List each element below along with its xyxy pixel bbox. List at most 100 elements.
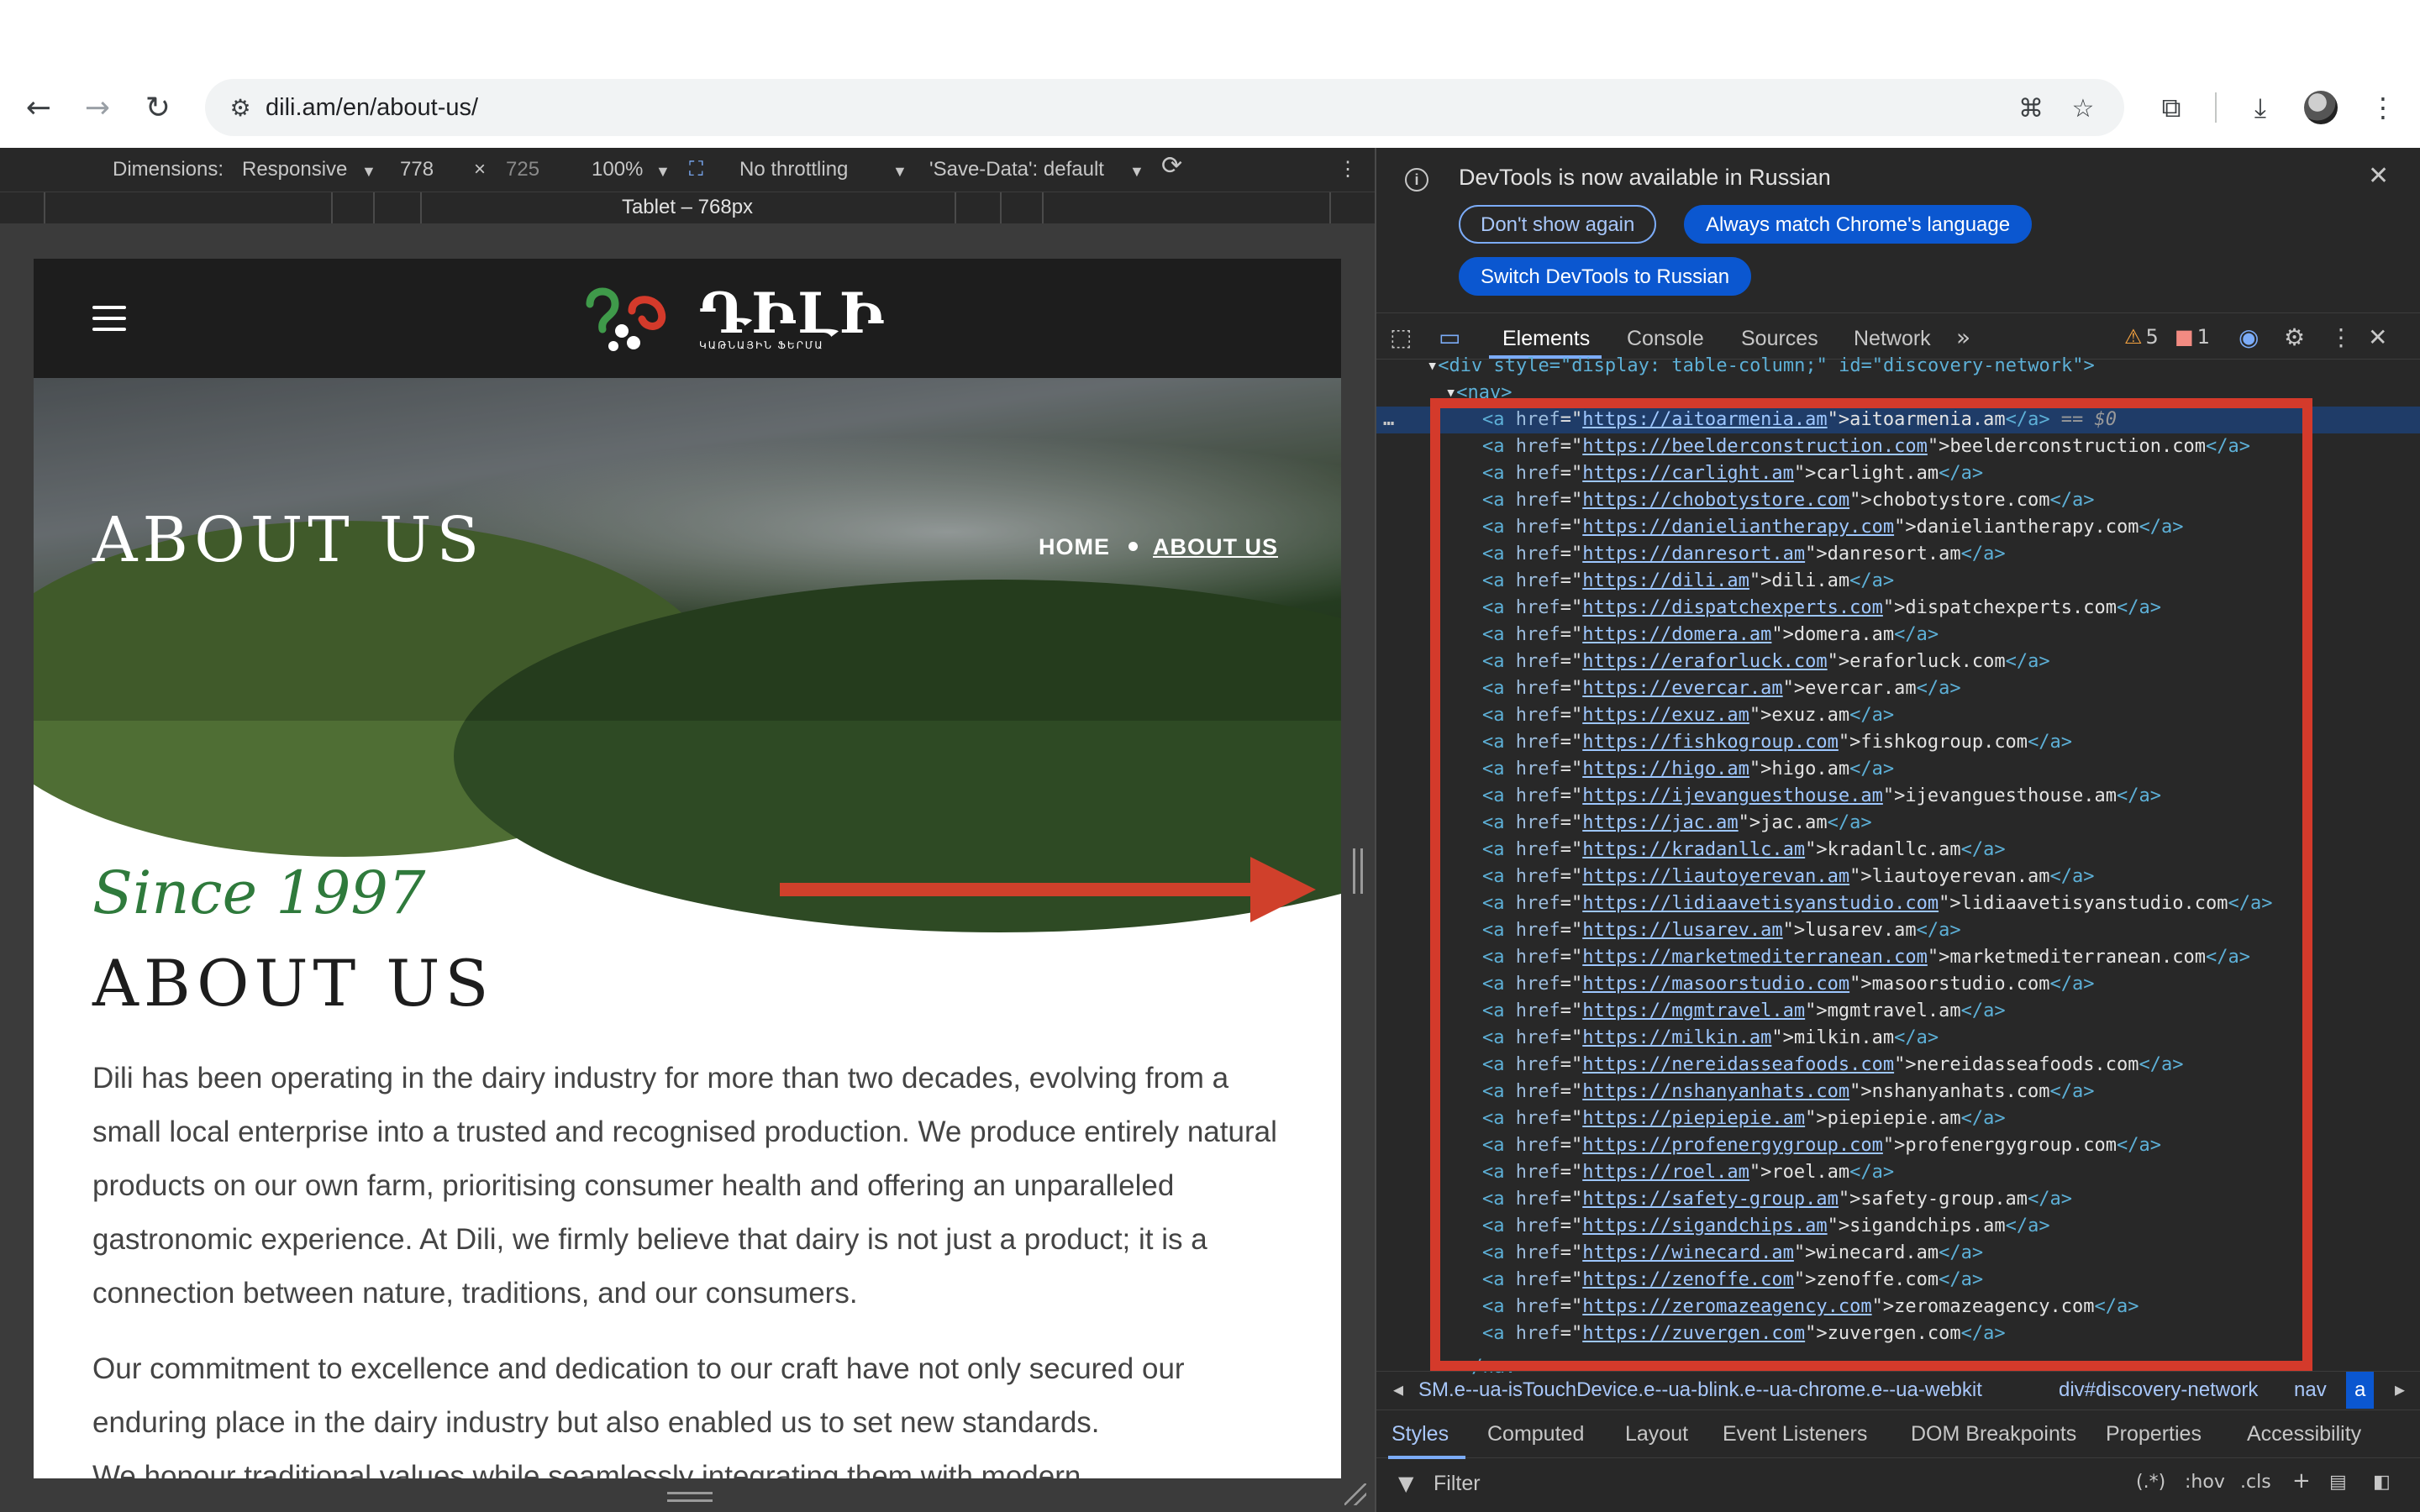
media-query-ruler[interactable]: Tablet – 768px (0, 192, 1375, 224)
settings-gear-icon[interactable]: ⚙ (2284, 322, 2305, 352)
throttling-select[interactable]: No throttling (739, 158, 848, 181)
hero-banner: ABOUT US HOME ABOUT US (34, 378, 1341, 932)
more-tabs-icon[interactable]: » (1956, 322, 1970, 352)
dont-show-again-button[interactable]: Don't show again (1459, 205, 1657, 244)
translate-icon[interactable]: ⌘ (2013, 91, 2049, 126)
dom-node-div[interactable]: ▾<div style="display: table-column;" id=… (1376, 353, 2420, 380)
dimensions-label: Dimensions: (113, 158, 224, 181)
crumb-div[interactable]: div#discovery-network (2059, 1372, 2258, 1409)
filter-options-icon[interactable]: (.*) (2136, 1472, 2165, 1493)
tab-sources[interactable]: Sources (1741, 327, 1818, 351)
styles-filter-input[interactable]: Filter (1434, 1472, 1481, 1496)
device-toolbar-more-icon[interactable]: ⋮ (1338, 158, 1358, 181)
language-infobar-message: DevTools is now available in Russian (1459, 165, 1831, 190)
about-paragraph: Dili has been operating in the dairy ind… (92, 1062, 1277, 1310)
breadcrumbs-scroll-right-icon[interactable]: ▸ (2395, 1372, 2405, 1409)
paint-icon[interactable]: ▤ (2329, 1472, 2347, 1493)
breadcrumb-current[interactable]: ABOUT US (1153, 534, 1278, 559)
device-toolbar: Dimensions: Responsive ▼ 778 × 725 100% … (0, 148, 1375, 192)
annotation-arrow-shaft (780, 883, 1260, 896)
reload-icon[interactable]: ↻ (133, 82, 183, 133)
bookmark-star-icon[interactable]: ☆ (2065, 91, 2101, 126)
tab-console[interactable]: Console (1627, 327, 1704, 351)
since-script-heading: Since 1997 (92, 858, 426, 927)
rotate-icon[interactable]: ⟳ (1161, 154, 1182, 179)
class-toggle[interactable]: .cls (2240, 1472, 2271, 1493)
times-icon: × (474, 158, 487, 181)
device-toggle-icon[interactable]: ▭ (1439, 322, 1460, 352)
devtools-more-icon[interactable]: ⋮ (2329, 322, 2353, 352)
tab-dom-breakpoints[interactable]: DOM Breakpoints (1911, 1422, 2076, 1446)
save-data-select[interactable]: 'Save-Data': default (929, 158, 1104, 181)
toolbar-divider (2215, 92, 2217, 123)
error-count: 1 (2196, 325, 2210, 349)
error-count-badge[interactable]: ■ 1 (2175, 322, 2210, 352)
zoom-chevron-icon[interactable]: ▼ (655, 160, 671, 183)
crumb-body[interactable]: SM.e--ua-isTouchDevice.e--ua-blink.e--ua… (1418, 1372, 1982, 1409)
tab-accessibility[interactable]: Accessibility (2247, 1422, 2361, 1446)
download-icon[interactable]: ⤓ (2235, 82, 2286, 133)
tab-styles[interactable]: Styles (1392, 1422, 1449, 1446)
chevron-down-icon[interactable]: ▼ (361, 160, 376, 183)
hamburger-menu-icon[interactable] (92, 306, 126, 331)
node-actions-icon[interactable]: … (1383, 407, 1394, 433)
device-posture-icon[interactable]: ⛶ (689, 158, 703, 181)
address-bar[interactable]: ⚙ dili.am/en/about-us/ ⌘ ☆ (205, 79, 2124, 136)
hero-title: ABOUT US (92, 504, 485, 576)
logo-wordmark: ԴԻԼԻ (699, 281, 886, 346)
dom-breadcrumbs: ◂ SM.e--ua-isTouchDevice.e--ua-blink.e--… (1376, 1371, 2420, 1410)
viewport-resize-handle-bottom[interactable] (667, 1492, 713, 1502)
breadcrumb-home-link[interactable]: HOME (1039, 534, 1110, 559)
infobar-close-icon[interactable]: ✕ (2368, 161, 2389, 191)
logo-ornament-icon (586, 287, 666, 351)
device-select[interactable]: Responsive (242, 158, 347, 181)
viewport-resize-handle[interactable] (1353, 848, 1363, 894)
crumb-nav[interactable]: nav (2294, 1372, 2327, 1409)
site-header: ԴԻԼԻ ԿԱԹՆԱՅԻՆ ՖԵՐՄԱ (34, 259, 1341, 378)
site-settings-icon[interactable]: ⚙ (224, 91, 257, 124)
sidebar-toggle-icon[interactable]: ◧ (2373, 1472, 2391, 1493)
tab-event-listeners[interactable]: Event Listeners (1723, 1422, 1867, 1446)
tab-elements[interactable]: Elements (1502, 327, 1590, 351)
height-input[interactable]: 725 (506, 158, 539, 181)
throttling-chevron-icon[interactable]: ▼ (892, 160, 908, 183)
tab-layout[interactable]: Layout (1625, 1422, 1688, 1446)
tab-network[interactable]: Network (1854, 327, 1931, 351)
extensions-icon[interactable]: ⧉ (2146, 82, 2196, 133)
styles-tabbar: Styles Computed Layout Event Listeners D… (1376, 1410, 2420, 1459)
annotation-highlight-box (1430, 398, 2312, 1371)
warning-count-badge[interactable]: ⚠ 5 (2124, 322, 2159, 352)
about-paragraph-partial: We honour traditional values while seaml… (92, 1460, 1081, 1478)
tab-computed[interactable]: Computed (1487, 1422, 1584, 1446)
viewport-resize-corner[interactable] (1344, 1483, 1366, 1505)
annotation-arrow-icon (1250, 857, 1316, 922)
save-data-chevron-icon[interactable]: ▼ (1129, 160, 1144, 183)
crumb-a[interactable]: a (2346, 1372, 2375, 1409)
hover-state-toggle[interactable]: :hov (2185, 1472, 2225, 1493)
more-menu-icon[interactable]: ⋮ (2358, 82, 2408, 133)
inspect-element-icon[interactable]: ⬚ (1390, 322, 1412, 352)
breadcrumbs-scroll-left-icon[interactable]: ◂ (1393, 1372, 1403, 1409)
tab-properties[interactable]: Properties (2106, 1422, 2202, 1446)
back-icon[interactable]: ← (13, 82, 64, 133)
new-style-rule-icon[interactable]: + (2292, 1468, 2311, 1494)
breadcrumb-separator-icon (1128, 541, 1138, 551)
devtools-close-icon[interactable]: ✕ (2368, 322, 2387, 352)
switch-to-russian-button[interactable]: Switch DevTools to Russian (1459, 257, 1752, 296)
media-query-label: Tablet – 768px (621, 196, 754, 218)
about-heading: ABOUT US (92, 946, 494, 1021)
about-paragraph: Our commitment to excellence and dedicat… (92, 1352, 1185, 1439)
breadcrumb: HOME ABOUT US (1039, 534, 1278, 560)
ai-assistance-icon[interactable]: ◉ (2238, 322, 2259, 352)
warning-count: 5 (2145, 325, 2159, 349)
dili-logo[interactable]: ԴԻԼԻ ԿԱԹՆԱՅԻՆ ՖԵՐՄԱ (581, 279, 884, 356)
logo-tagline: ԿԱԹՆԱՅԻՆ ՖԵՐՄԱ (699, 339, 824, 351)
width-input[interactable]: 778 (400, 158, 434, 181)
always-match-language-button[interactable]: Always match Chrome's language (1684, 205, 2033, 244)
browser-toolbar: ← → ↻ ⚙ dili.am/en/about-us/ ⌘ ☆ ⧉ ⤓ ⋮ (0, 0, 2420, 148)
profile-avatar[interactable] (2304, 91, 2338, 124)
filter-icon: ▼ (1398, 1472, 1414, 1495)
zoom-select[interactable]: 100% (592, 158, 643, 181)
url-text[interactable]: dili.am/en/about-us/ (266, 91, 478, 124)
forward-icon[interactable]: → (72, 82, 123, 133)
